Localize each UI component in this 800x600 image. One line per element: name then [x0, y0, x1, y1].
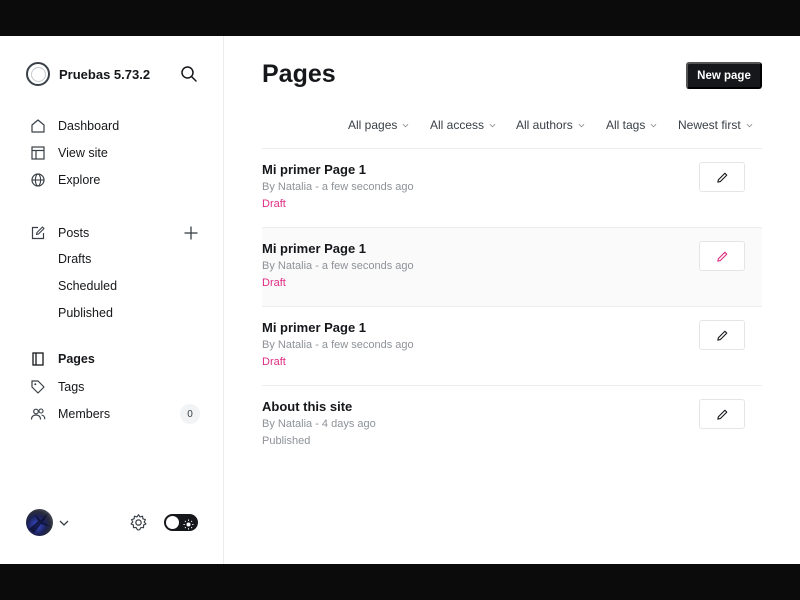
pencil-icon: [716, 251, 727, 262]
filter-label: All authors: [516, 118, 573, 132]
list-item[interactable]: Mi primer Page 1 By Natalia - a few seco…: [262, 227, 762, 306]
sidebar-item-label: Tags: [58, 380, 85, 394]
sidebar-item-label: Members: [58, 407, 111, 421]
letterbox-bottom: [0, 564, 800, 600]
sidebar-item-view-site[interactable]: View site: [30, 143, 108, 163]
sidebar: Pruebas 5.73.2 Dashboard View site Explo…: [0, 36, 224, 564]
chevron-down-icon[interactable]: [58, 516, 70, 528]
sidebar-item-label: Dashboard: [58, 119, 120, 133]
layout-icon: [30, 145, 46, 161]
status-badge: Published: [262, 435, 311, 447]
page-item-title[interactable]: Mi primer Page 1: [262, 162, 366, 177]
sidebar-item-posts[interactable]: Posts: [30, 223, 89, 243]
pencil-icon: [716, 172, 727, 183]
gear-icon[interactable]: [129, 513, 148, 532]
list-item[interactable]: About this site By Natalia - 4 days ago …: [262, 385, 762, 464]
avatar[interactable]: [26, 509, 53, 536]
status-badge: Draft: [262, 198, 286, 210]
site-brand[interactable]: Pruebas 5.73.2: [26, 62, 150, 86]
new-page-button[interactable]: New page: [686, 62, 762, 89]
status-badge: Draft: [262, 277, 286, 289]
site-logo-icon: [26, 62, 50, 86]
filter-access-select[interactable]: All access: [430, 118, 496, 132]
dark-mode-toggle[interactable]: [164, 514, 198, 531]
filter-label: All access: [430, 118, 485, 132]
search-icon[interactable]: [180, 65, 198, 83]
members-icon: [30, 406, 46, 422]
filter-label: Newest first: [678, 118, 741, 132]
page-icon: [30, 351, 46, 367]
status-badge: Draft: [262, 356, 286, 368]
tag-icon: [30, 379, 46, 395]
pencil-icon: [716, 409, 727, 420]
page-item-meta: By Natalia - 4 days ago: [262, 418, 376, 430]
sidebar-item-dashboard[interactable]: Dashboard: [30, 116, 119, 136]
globe-icon: [30, 172, 46, 188]
edit-button[interactable]: [699, 320, 745, 350]
edit-icon: [30, 225, 46, 241]
list-item[interactable]: Mi primer Page 1 By Natalia - a few seco…: [262, 306, 762, 385]
chevron-down-icon: [650, 123, 657, 127]
chevron-down-icon: [489, 123, 496, 127]
edit-button[interactable]: [699, 241, 745, 271]
filter-label: All pages: [348, 118, 398, 132]
sidebar-item-label: Explore: [58, 173, 101, 187]
sun-icon: [183, 517, 194, 530]
page-title: Pages: [262, 60, 336, 88]
chevron-down-icon: [746, 123, 753, 127]
page-item-meta: By Natalia - a few seconds ago: [262, 181, 414, 193]
filter-label: All tags: [606, 118, 646, 132]
edit-button[interactable]: [699, 162, 745, 192]
sidebar-item-label: View site: [58, 146, 108, 160]
toggle-knob: [166, 516, 179, 529]
site-title: Pruebas 5.73.2: [59, 66, 151, 82]
pencil-icon: [716, 330, 727, 341]
sidebar-subitem-published[interactable]: Published: [58, 306, 113, 324]
chevron-down-icon: [402, 123, 409, 127]
sidebar-item-pages[interactable]: Pages: [30, 349, 95, 369]
sidebar-subitem-drafts[interactable]: Drafts: [58, 252, 91, 270]
filter-authors-select[interactable]: All authors: [516, 118, 585, 132]
home-icon: [30, 118, 46, 134]
sidebar-item-label: Pages: [58, 352, 95, 366]
app-window: Pruebas 5.73.2 Dashboard View site Explo…: [0, 36, 800, 564]
page-item-meta: By Natalia - a few seconds ago: [262, 260, 414, 272]
sidebar-item-members[interactable]: Members: [30, 404, 110, 424]
sidebar-item-tags[interactable]: Tags: [30, 377, 84, 397]
members-count-badge: 0: [180, 404, 200, 424]
chevron-down-icon: [578, 123, 585, 127]
page-item-meta: By Natalia - a few seconds ago: [262, 339, 414, 351]
filter-type-select[interactable]: All pages: [348, 118, 409, 132]
sort-order-select[interactable]: Newest first: [678, 118, 753, 132]
edit-button[interactable]: [699, 399, 745, 429]
sidebar-subitem-scheduled[interactable]: Scheduled: [58, 279, 117, 297]
pages-list: Mi primer Page 1 By Natalia - a few seco…: [262, 148, 762, 464]
new-post-plus-icon[interactable]: [183, 225, 199, 241]
page-item-title[interactable]: Mi primer Page 1: [262, 241, 366, 256]
page-item-title[interactable]: Mi primer Page 1: [262, 320, 366, 335]
main-content: Pages New page All pages All access All …: [224, 36, 800, 564]
sidebar-item-label: Posts: [58, 226, 90, 240]
list-item[interactable]: Mi primer Page 1 By Natalia - a few seco…: [262, 148, 762, 227]
letterbox-top: [0, 0, 800, 36]
filter-tags-select[interactable]: All tags: [606, 118, 657, 132]
filter-bar: All pages All access All authors All tag…: [224, 118, 762, 134]
sidebar-item-explore[interactable]: Explore: [30, 170, 100, 190]
page-item-title[interactable]: About this site: [262, 399, 352, 414]
